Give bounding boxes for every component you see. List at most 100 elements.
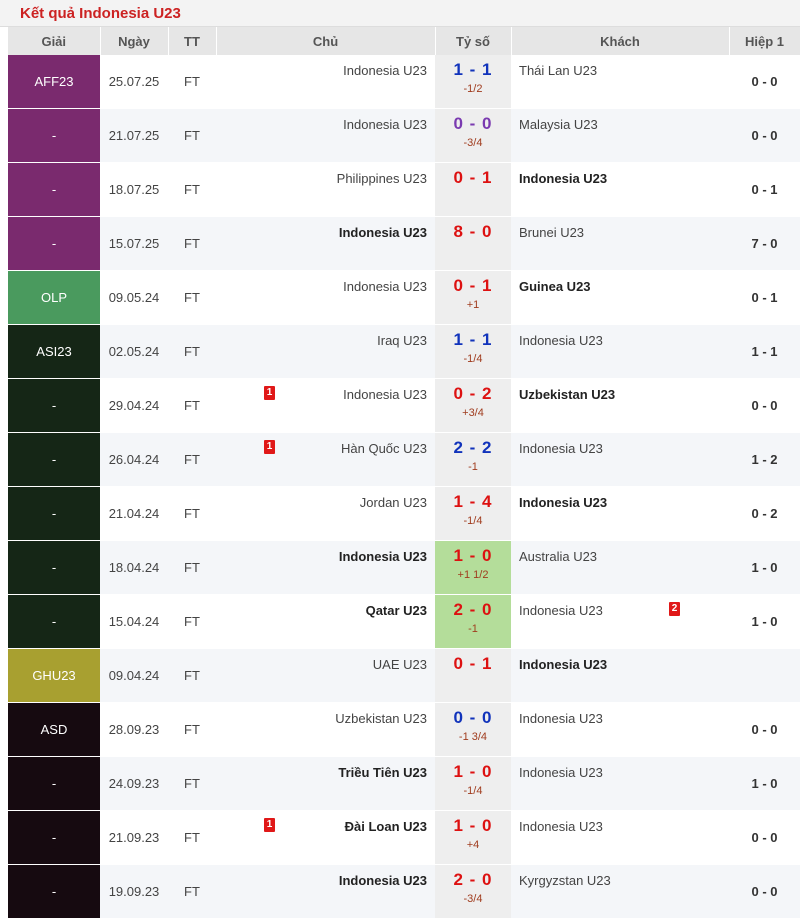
home-team-name[interactable]: Indonesia U23 — [343, 387, 427, 402]
away-team-cell[interactable]: Thái Lan U23 — [511, 55, 729, 109]
home-team-cell[interactable]: Indonesia U23 — [216, 864, 435, 919]
score-value[interactable]: 8 - 0 — [435, 221, 511, 243]
league-cell[interactable]: - — [8, 540, 100, 595]
away-team-cell[interactable]: Guinea U23 — [511, 270, 729, 325]
score-cell[interactable]: 1 - 0 +1 1/2 — [435, 540, 511, 595]
score-cell[interactable]: 0 - 1 +1 — [435, 270, 511, 325]
league-cell[interactable]: ASD — [8, 702, 100, 757]
home-team-name[interactable]: Indonesia U23 — [343, 279, 427, 294]
header-away[interactable]: Khách — [511, 27, 730, 55]
score-value[interactable]: 2 - 2 — [435, 437, 511, 459]
home-team-cell[interactable]: 1 Hàn Quốc U23 — [216, 432, 435, 487]
away-team-cell[interactable]: Indonesia U23 — [511, 756, 729, 811]
table-row[interactable]: -21.07.25 FT Indonesia U23 0 - 0 -3/4 Malaysi… — [8, 108, 800, 163]
home-team-name[interactable]: Hàn Quốc U23 — [341, 441, 427, 456]
league-cell[interactable]: - — [8, 378, 100, 433]
table-row[interactable]: -18.07.25 FT Philippines U23 0 - 1 Indonesia… — [8, 162, 800, 217]
league-cell[interactable]: - — [8, 810, 100, 865]
away-team-name[interactable]: Indonesia U23 — [519, 603, 603, 618]
home-team-name[interactable]: Triều Tiên U23 — [338, 765, 427, 780]
league-cell[interactable]: - — [8, 432, 100, 487]
table-row[interactable]: OLP 09.05.24 FT Indonesia U23 0 - 1 +1 Guinea … — [8, 270, 800, 325]
away-team-cell[interactable]: Brunei U23 — [511, 216, 729, 271]
score-cell[interactable]: 2 - 0 -1 — [435, 594, 511, 649]
home-team-name[interactable]: Indonesia U23 — [343, 117, 427, 132]
home-team-cell[interactable]: Indonesia U23 — [216, 55, 435, 109]
score-value[interactable]: 2 - 0 — [435, 869, 511, 891]
home-team-cell[interactable]: 1 Đài Loan U23 — [216, 810, 435, 865]
home-team-cell[interactable]: Triều Tiên U23 — [216, 756, 435, 811]
away-team-name[interactable]: Indonesia U23 — [519, 441, 603, 456]
table-row[interactable]: GHU23 09.04.24 FT UAE U23 0 - 1 Indonesia U23 — [8, 648, 800, 703]
header-status[interactable]: TT — [168, 27, 217, 55]
score-cell[interactable]: 1 - 4 -1/4 — [435, 486, 511, 541]
score-cell[interactable]: 0 - 1 — [435, 162, 511, 217]
home-team-cell[interactable]: Indonesia U23 — [216, 108, 435, 163]
home-team-name[interactable]: Indonesia U23 — [343, 63, 427, 78]
away-team-name[interactable]: Guinea U23 — [519, 279, 591, 294]
away-team-name[interactable]: Indonesia U23 — [519, 711, 603, 726]
league-cell[interactable]: - — [8, 864, 100, 919]
score-cell[interactable]: 0 - 0 -1 3/4 — [435, 702, 511, 757]
away-team-name[interactable]: Kyrgyzstan U23 — [519, 873, 611, 888]
home-team-name[interactable]: Qatar U23 — [366, 603, 427, 618]
away-team-cell[interactable]: Indonesia U23 — [511, 648, 729, 703]
away-team-cell[interactable]: Indonesia U23 — [511, 810, 729, 865]
table-row[interactable]: -24.09.23 FT Triều Tiên U23 1 - 0 -1/4 Indone… — [8, 756, 800, 811]
home-team-cell[interactable]: Indonesia U23 — [216, 216, 435, 271]
away-team-name[interactable]: Uzbekistan U23 — [519, 387, 615, 402]
home-team-cell[interactable]: Philippines U23 — [216, 162, 435, 217]
home-team-cell[interactable]: Qatar U23 — [216, 594, 435, 649]
away-team-name[interactable]: Thái Lan U23 — [519, 63, 597, 78]
table-row[interactable]: -15.07.25 FT Indonesia U23 8 - 0 Brunei U23 7… — [8, 216, 800, 271]
score-value[interactable]: 0 - 0 — [435, 113, 511, 135]
table-row[interactable]: -19.09.23 FT Indonesia U23 2 - 0 -3/4 Kyrgyzs… — [8, 864, 800, 919]
away-team-name[interactable]: Brunei U23 — [519, 225, 584, 240]
table-row[interactable]: -21.09.23 FT 1 Đài Loan U23 1 - 0 +4 Indonesia… — [8, 810, 800, 865]
header-league[interactable]: Giải — [8, 27, 101, 55]
header-half[interactable]: Hiệp 1 — [729, 27, 800, 55]
away-team-cell[interactable]: Kyrgyzstan U23 — [511, 864, 729, 919]
league-cell[interactable]: - — [8, 216, 100, 271]
away-team-cell[interactable]: Indonesia U23 — [511, 702, 729, 757]
home-team-name[interactable]: Indonesia U23 — [339, 873, 427, 888]
score-cell[interactable]: 1 - 0 -1/4 — [435, 756, 511, 811]
home-team-cell[interactable]: 1 Indonesia U23 — [216, 378, 435, 433]
away-team-name[interactable]: Australia U23 — [519, 549, 597, 564]
table-row[interactable]: -21.04.24 FT Jordan U23 1 - 4 -1/4 Indonesia … — [8, 486, 800, 541]
league-cell[interactable]: GHU23 — [8, 648, 100, 703]
table-row[interactable]: -15.04.24 FT Qatar U23 2 - 0 -1 Indonesia U23… — [8, 594, 800, 649]
away-team-name[interactable]: Malaysia U23 — [519, 117, 598, 132]
home-team-cell[interactable]: Uzbekistan U23 — [216, 702, 435, 757]
away-team-cell[interactable]: Indonesia U23 — [511, 486, 729, 541]
header-date[interactable]: Ngày — [100, 27, 169, 55]
table-row[interactable]: -18.04.24 FT Indonesia U23 1 - 0 +1 1/2 Austr… — [8, 540, 800, 595]
score-value[interactable]: 1 - 1 — [435, 59, 511, 81]
home-team-name[interactable]: Uzbekistan U23 — [335, 711, 427, 726]
league-cell[interactable]: - — [8, 108, 100, 163]
home-team-name[interactable]: Iraq U23 — [377, 333, 427, 348]
away-team-name[interactable]: Indonesia U23 — [519, 819, 603, 834]
away-team-cell[interactable]: Indonesia U23 — [511, 324, 729, 379]
score-value[interactable]: 0 - 1 — [435, 275, 511, 297]
home-team-cell[interactable]: UAE U23 — [216, 648, 435, 703]
score-value[interactable]: 1 - 0 — [435, 815, 511, 837]
score-value[interactable]: 0 - 1 — [435, 653, 511, 675]
league-cell[interactable]: - — [8, 162, 100, 217]
header-score[interactable]: Tỷ số — [435, 27, 512, 55]
home-team-cell[interactable]: Indonesia U23 — [216, 270, 435, 325]
score-cell[interactable]: 8 - 0 — [435, 216, 511, 271]
score-cell[interactable]: 0 - 2 +3/4 — [435, 378, 511, 433]
home-team-name[interactable]: Jordan U23 — [360, 495, 427, 510]
away-team-cell[interactable]: Indonesia U23 — [511, 432, 729, 487]
league-cell[interactable]: - — [8, 594, 100, 649]
score-value[interactable]: 2 - 0 — [435, 599, 511, 621]
score-value[interactable]: 1 - 0 — [435, 545, 511, 567]
table-row[interactable]: AFF23 25.07.25 FT Indonesia U23 1 - 1 -1/2 Thá… — [8, 55, 800, 109]
score-cell[interactable]: 0 - 1 — [435, 648, 511, 703]
score-value[interactable]: 0 - 2 — [435, 383, 511, 405]
score-value[interactable]: 1 - 4 — [435, 491, 511, 513]
away-team-cell[interactable]: Uzbekistan U23 — [511, 378, 729, 433]
score-value[interactable]: 1 - 1 — [435, 329, 511, 351]
score-cell[interactable]: 0 - 0 -3/4 — [435, 108, 511, 163]
